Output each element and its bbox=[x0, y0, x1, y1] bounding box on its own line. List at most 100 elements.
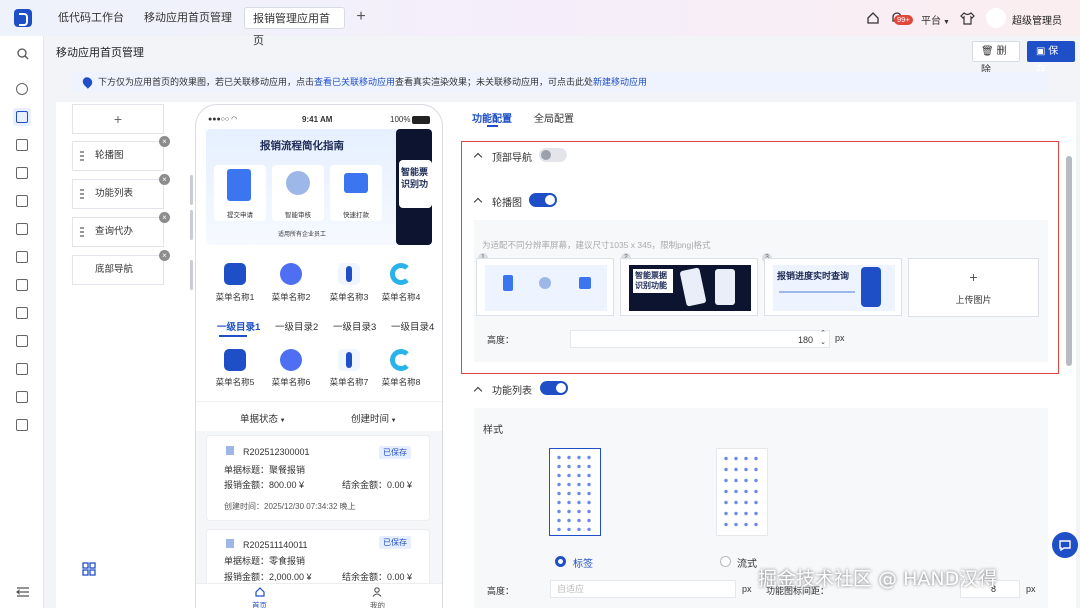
document-icon bbox=[226, 446, 234, 455]
menu-label: 菜单名称6 bbox=[271, 377, 311, 387]
function-height-label: 高度： bbox=[487, 586, 515, 596]
remove-component-icon[interactable]: × bbox=[159, 136, 170, 147]
style-radio-flow[interactable] bbox=[720, 556, 731, 567]
top-nav-toggle[interactable] bbox=[539, 148, 567, 162]
sidebar-item-12-icon[interactable] bbox=[13, 388, 31, 406]
sidebar-item-7-icon[interactable] bbox=[13, 248, 31, 266]
banner-card-label: 提交申请 bbox=[227, 212, 253, 219]
sidebar-item-4-icon[interactable] bbox=[13, 164, 31, 182]
save-button[interactable]: ▣ 保存 bbox=[1027, 41, 1075, 76]
drag-bar[interactable] bbox=[190, 210, 193, 240]
avatar[interactable] bbox=[986, 8, 1006, 28]
sidebar-item-10-icon[interactable] bbox=[13, 332, 31, 350]
shirt-icon[interactable] bbox=[960, 11, 975, 25]
banner-title: 报销流程简化指南 bbox=[260, 140, 344, 152]
tab-lowcode-workbench[interactable]: 低代码工作台 bbox=[50, 7, 132, 29]
category-tab[interactable]: 一级目录1 bbox=[217, 319, 260, 333]
expense-balance: 结余金额：0.00 ¥ bbox=[342, 480, 413, 490]
user-icon[interactable] bbox=[372, 587, 382, 597]
home-icon[interactable] bbox=[866, 11, 880, 25]
component-item-bottom-nav[interactable]: 底部导航 bbox=[72, 255, 164, 285]
nav-mine-label[interactable]: 我的 bbox=[370, 600, 385, 608]
banner-footer: 适用所有企业员工 bbox=[278, 232, 327, 238]
function-height-input[interactable]: 自适应 bbox=[550, 580, 736, 598]
height-label: 高度： bbox=[487, 335, 515, 345]
add-tab-button[interactable]: + bbox=[350, 7, 372, 29]
carousel-image-2-text: 智能票据识别功能 bbox=[633, 269, 673, 293]
tab-mobile-home-management[interactable]: 移动应用首页管理 bbox=[136, 7, 240, 29]
drag-bar[interactable] bbox=[190, 260, 193, 290]
drag-bar[interactable] bbox=[190, 175, 193, 205]
stepper-icon[interactable]: ⌃ ⌄ bbox=[820, 329, 826, 347]
category-tab[interactable]: 一级目录2 bbox=[275, 319, 318, 333]
collapse-menu-icon[interactable] bbox=[16, 586, 30, 598]
plus-icon: + bbox=[969, 269, 978, 285]
style-option-tag-preview[interactable] bbox=[549, 448, 601, 536]
component-item-function-list[interactable]: 功能列表 bbox=[72, 179, 164, 209]
tab-function-config[interactable]: 功能配置 bbox=[472, 110, 512, 125]
remove-component-icon[interactable]: × bbox=[159, 212, 170, 223]
function-list-toggle[interactable] bbox=[540, 381, 568, 395]
search-icon[interactable] bbox=[17, 48, 29, 60]
drag-handle-icon[interactable] bbox=[80, 151, 84, 161]
menu-icon[interactable] bbox=[338, 263, 360, 285]
menu-icon[interactable] bbox=[224, 349, 246, 371]
sidebar-item-11-icon[interactable] bbox=[13, 360, 31, 378]
time-filter-dropdown[interactable]: 创建时间 ▼ bbox=[351, 411, 397, 425]
carousel-image-3[interactable]: 报销进度实时查询 bbox=[764, 258, 902, 316]
expense-amount: 报销金额：800.00 ¥ bbox=[224, 480, 305, 490]
style-option-flow-label: 流式 bbox=[737, 559, 757, 570]
style-radio-tag[interactable] bbox=[555, 556, 566, 567]
tab-global-config[interactable]: 全局配置 bbox=[534, 110, 574, 125]
carousel-image-2[interactable]: 智能票据识别功能 bbox=[620, 258, 758, 316]
add-component-button[interactable]: + bbox=[72, 104, 164, 134]
sidebar-item-9-icon[interactable] bbox=[13, 304, 31, 322]
home-icon[interactable] bbox=[255, 587, 265, 597]
sidebar-item-2-icon[interactable] bbox=[13, 108, 31, 126]
status-badge: 已保存 bbox=[379, 446, 411, 459]
category-tab[interactable]: 一级目录4 bbox=[391, 319, 434, 333]
menu-icon[interactable] bbox=[390, 349, 412, 371]
expense-id: R202512300001 bbox=[243, 447, 310, 457]
next-slide-text: 智能票识别功 bbox=[401, 167, 429, 189]
menu-icon[interactable] bbox=[338, 349, 360, 371]
delete-button[interactable]: 🗑 删除 bbox=[972, 41, 1020, 76]
remove-component-icon[interactable]: × bbox=[159, 174, 170, 185]
config-scrollbar[interactable] bbox=[1066, 156, 1072, 366]
drag-handle-icon[interactable] bbox=[80, 189, 84, 199]
sidebar-item-5-icon[interactable] bbox=[13, 192, 31, 210]
upload-image-button[interactable]: + 上传图片 bbox=[908, 258, 1039, 317]
carousel-image-1[interactable] bbox=[476, 258, 614, 316]
status-filter-dropdown[interactable]: 单据状态 ▼ bbox=[240, 411, 286, 425]
platform-dropdown[interactable]: 平台 ▼ bbox=[921, 12, 950, 27]
carousel-height-input[interactable]: 180 ⌃ ⌄ bbox=[570, 330, 830, 348]
assistant-float-button[interactable] bbox=[1052, 532, 1078, 558]
user-name[interactable]: 超级管理员 bbox=[1012, 12, 1062, 27]
sidebar-item-6-icon[interactable] bbox=[13, 220, 31, 238]
menu-icon[interactable] bbox=[390, 263, 412, 285]
icon-spacing-unit: px bbox=[1026, 584, 1036, 594]
category-tab[interactable]: 一级目录3 bbox=[333, 319, 376, 333]
menu-icon[interactable] bbox=[224, 263, 246, 285]
menu-icon[interactable] bbox=[280, 349, 302, 371]
phone-bottom-nav bbox=[196, 583, 442, 608]
carousel-toggle[interactable] bbox=[529, 193, 557, 207]
drag-handle-icon[interactable] bbox=[80, 227, 84, 237]
component-item-carousel[interactable]: 轮播图 bbox=[72, 141, 164, 171]
app-logo bbox=[14, 9, 32, 27]
sidebar-item-13-icon[interactable] bbox=[13, 416, 31, 434]
battery-icon bbox=[412, 116, 430, 124]
sidebar-item-8-icon[interactable] bbox=[13, 276, 31, 294]
create-mobile-app-link[interactable]: 新建移动应用 bbox=[593, 77, 647, 87]
tab-expense-home[interactable]: 报销管理应用首页 bbox=[244, 7, 345, 47]
banner-card: 提交申请 bbox=[214, 165, 266, 221]
view-linked-apps-link[interactable]: 查看已关联移动应用 bbox=[314, 77, 395, 87]
sidebar-item-3-icon[interactable] bbox=[13, 136, 31, 154]
sidebar-item-1-icon[interactable] bbox=[13, 80, 31, 98]
menu-icon[interactable] bbox=[280, 263, 302, 285]
component-item-query-todo[interactable]: 查询代办 bbox=[72, 217, 164, 247]
style-option-flow-preview[interactable] bbox=[716, 448, 768, 536]
grid-layout-icon[interactable] bbox=[82, 562, 96, 576]
nav-home-label[interactable]: 首页 bbox=[252, 600, 267, 608]
remove-component-icon[interactable]: × bbox=[159, 250, 170, 261]
